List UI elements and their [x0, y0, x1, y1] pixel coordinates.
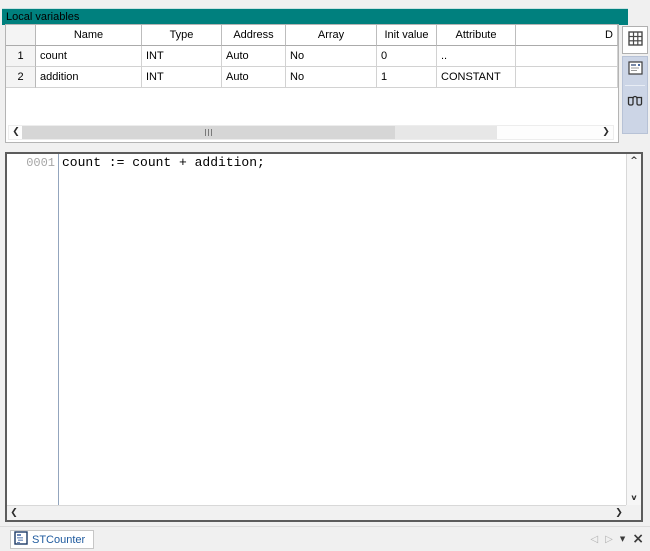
cell-array[interactable]: No [286, 46, 377, 67]
cell-attribute[interactable]: .. [437, 46, 516, 67]
header-type[interactable]: Type [142, 25, 222, 46]
document-tab-bar: STCounter ◁ ▷ ▼ × [0, 526, 650, 551]
header-name[interactable]: Name [36, 25, 142, 46]
header-documentation-clipped[interactable]: D [516, 25, 618, 46]
tab-list-dropdown-icon[interactable]: ▼ [620, 535, 625, 543]
row-number[interactable]: 2 [6, 67, 36, 88]
scroll-down-icon[interactable]: v [627, 491, 641, 504]
variable-view-toolbar [622, 26, 648, 134]
form-view-icon [628, 61, 643, 79]
thumb-grip [211, 129, 212, 136]
prev-tab-icon[interactable]: ◁ [590, 534, 598, 545]
cell-address[interactable]: Auto [222, 46, 286, 67]
st-code-editor: 0001 count := count + addition; ^ v ❮ ❯ [5, 152, 643, 522]
scrollbar-corner [626, 505, 641, 520]
cell-name[interactable]: addition [36, 67, 142, 88]
header-array[interactable]: Array [286, 25, 377, 46]
code-text-area[interactable]: count := count + addition; [60, 154, 626, 505]
scroll-right-icon[interactable]: ❯ [612, 507, 626, 520]
panel-title-text: Local variables [6, 11, 79, 23]
header-address[interactable]: Address [222, 25, 286, 46]
local-variables-table: Name Type Address Array Init value Attri… [5, 24, 619, 143]
grid-view-button[interactable] [622, 26, 648, 54]
header-attribute[interactable]: Attribute [437, 25, 516, 46]
cell-init-value[interactable]: 1 [377, 67, 437, 88]
close-tab-icon[interactable]: × [632, 532, 644, 546]
row-number[interactable]: 1 [6, 46, 36, 67]
header-row-number [6, 25, 36, 46]
line-number: 0001 [7, 154, 58, 171]
thumb-grip [205, 129, 206, 136]
cell-address[interactable]: Auto [222, 67, 286, 88]
code-line[interactable]: count := count + addition; [60, 154, 626, 171]
scroll-left-icon[interactable]: ❮ [7, 507, 21, 520]
tab-navigation: ◁ ▷ ▼ × [590, 530, 644, 548]
st-editor-window: Local variables Name Type Address Array … [0, 0, 650, 551]
line-number-gutter: 0001 [7, 154, 59, 505]
editor-horizontal-scrollbar[interactable]: ❮ ❯ [7, 505, 626, 520]
form-view-button[interactable] [623, 57, 647, 83]
cell-attribute[interactable]: CONSTANT [437, 67, 516, 88]
editor-vertical-scrollbar[interactable]: ^ v [626, 154, 641, 505]
cell-array[interactable]: No [286, 67, 377, 88]
scroll-right-icon[interactable]: ❯ [599, 126, 613, 139]
cell-documentation[interactable] [516, 67, 618, 88]
scrollbar-track-shaded[interactable] [395, 126, 497, 139]
grid-view-icon [628, 31, 643, 49]
search-button[interactable] [623, 88, 647, 114]
cell-type[interactable]: INT [142, 46, 222, 67]
tab-stcounter[interactable]: STCounter [10, 530, 94, 549]
cell-type[interactable]: INT [142, 67, 222, 88]
scroll-up-icon[interactable]: ^ [627, 155, 641, 168]
header-init-value[interactable]: Init value [377, 25, 437, 46]
binoculars-search-icon [627, 94, 643, 109]
st-program-icon [14, 531, 28, 548]
tab-label: STCounter [32, 534, 85, 546]
scroll-left-icon[interactable]: ❮ [9, 126, 23, 139]
cell-name[interactable]: count [36, 46, 142, 67]
scrollbar-thumb[interactable] [22, 126, 395, 139]
local-variables-title-bar: Local variables [2, 8, 628, 25]
thumb-grip [208, 129, 209, 136]
table-horizontal-scrollbar[interactable]: ❮ ❯ [8, 125, 614, 140]
variable-toolbar-strip [622, 56, 648, 134]
cell-init-value[interactable]: 0 [377, 46, 437, 67]
variable-grid: Name Type Address Array Init value Attri… [6, 25, 618, 88]
cell-documentation[interactable] [516, 46, 618, 67]
next-tab-icon[interactable]: ▷ [605, 534, 613, 545]
toolbar-separator [625, 85, 645, 86]
